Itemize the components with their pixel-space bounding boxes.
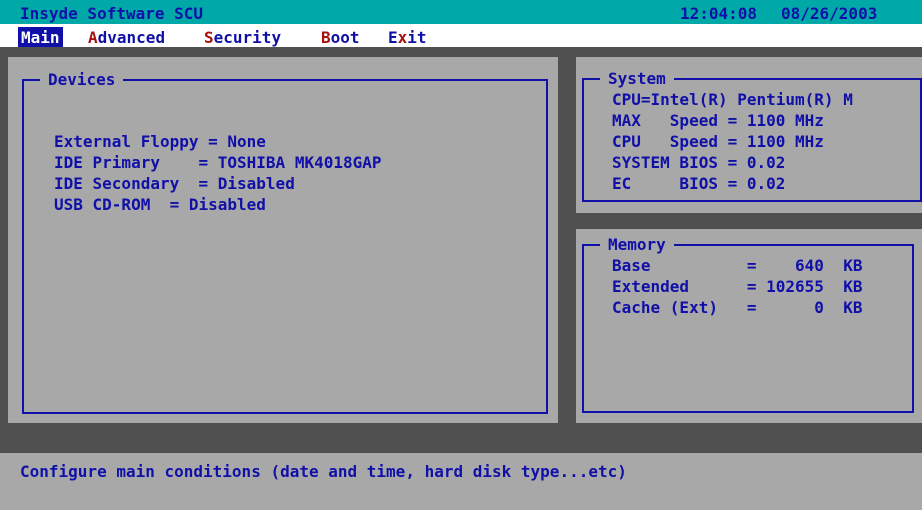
- system-max-speed: MAX Speed = 1100 MHz: [612, 111, 824, 130]
- menu-item-advanced[interactable]: Advanced: [85, 27, 168, 47]
- menu-bar: Main Advanced Security Boot Exit: [0, 24, 922, 47]
- menu-label-rest: dvanced: [97, 28, 166, 47]
- memory-cache-ext: Cache (Ext) = 0 KB: [612, 298, 863, 317]
- menu-hotkey: A: [88, 28, 98, 47]
- menu-label-rest: oot: [330, 28, 360, 47]
- menu-label-rest: it: [407, 28, 427, 47]
- system-panel: System CPU=Intel(R) Pentium(R) M MAX Spe…: [576, 57, 922, 213]
- menu-label-rest: ecurity: [213, 28, 282, 47]
- device-ide-secondary[interactable]: IDE Secondary = Disabled: [54, 173, 295, 194]
- system-cpu-speed: CPU Speed = 1100 MHz: [612, 132, 824, 151]
- menu-hotkey: M: [21, 28, 31, 47]
- menu-item-boot[interactable]: Boot: [318, 27, 363, 47]
- app-title: Insyde Software SCU: [20, 4, 204, 23]
- menu-hotkey: S: [204, 28, 214, 47]
- system-date: 08/26/2003: [781, 4, 878, 23]
- menu-label-pre: E: [388, 28, 398, 47]
- system-cpu-name: CPU=Intel(R) Pentium(R) M: [612, 90, 853, 109]
- devices-title: Devices: [40, 69, 124, 90]
- menu-item-main[interactable]: Main: [18, 27, 63, 47]
- ec-bios-version: EC BIOS = 0.02: [612, 174, 786, 193]
- menu-hotkey: B: [321, 28, 331, 47]
- menu-item-exit[interactable]: Exit: [385, 27, 430, 47]
- memory-panel: Memory Base = 640 KB Extended = 102655 K…: [576, 229, 922, 423]
- memory-base: Base = 640 KB: [612, 256, 863, 275]
- system-time: 12:04:08: [680, 4, 758, 23]
- devices-panel: Devices External Floppy = None IDE Prima…: [8, 57, 558, 423]
- menu-label-rest: ain: [30, 28, 60, 47]
- devices-frame: Devices: [22, 69, 548, 414]
- device-ide-primary[interactable]: IDE Primary = TOSHIBA MK4018GAP: [54, 152, 382, 173]
- menu-hotkey: x: [397, 28, 408, 47]
- memory-extended: Extended = 102655 KB: [612, 277, 863, 296]
- device-external-floppy[interactable]: External Floppy = None: [54, 131, 266, 152]
- system-bios-version: SYSTEM BIOS = 0.02: [612, 153, 786, 172]
- status-bar: Configure main conditions (date and time…: [0, 453, 922, 510]
- title-bar: Insyde Software SCU 12:04:08 08/26/2003: [0, 0, 922, 24]
- system-title: System: [600, 68, 674, 89]
- workspace: Devices External Floppy = None IDE Prima…: [0, 47, 922, 453]
- help-text: Configure main conditions (date and time…: [20, 462, 627, 481]
- device-usb-cdrom[interactable]: USB CD-ROM = Disabled: [54, 194, 266, 215]
- memory-title: Memory: [600, 234, 674, 255]
- menu-item-security[interactable]: Security: [201, 27, 284, 47]
